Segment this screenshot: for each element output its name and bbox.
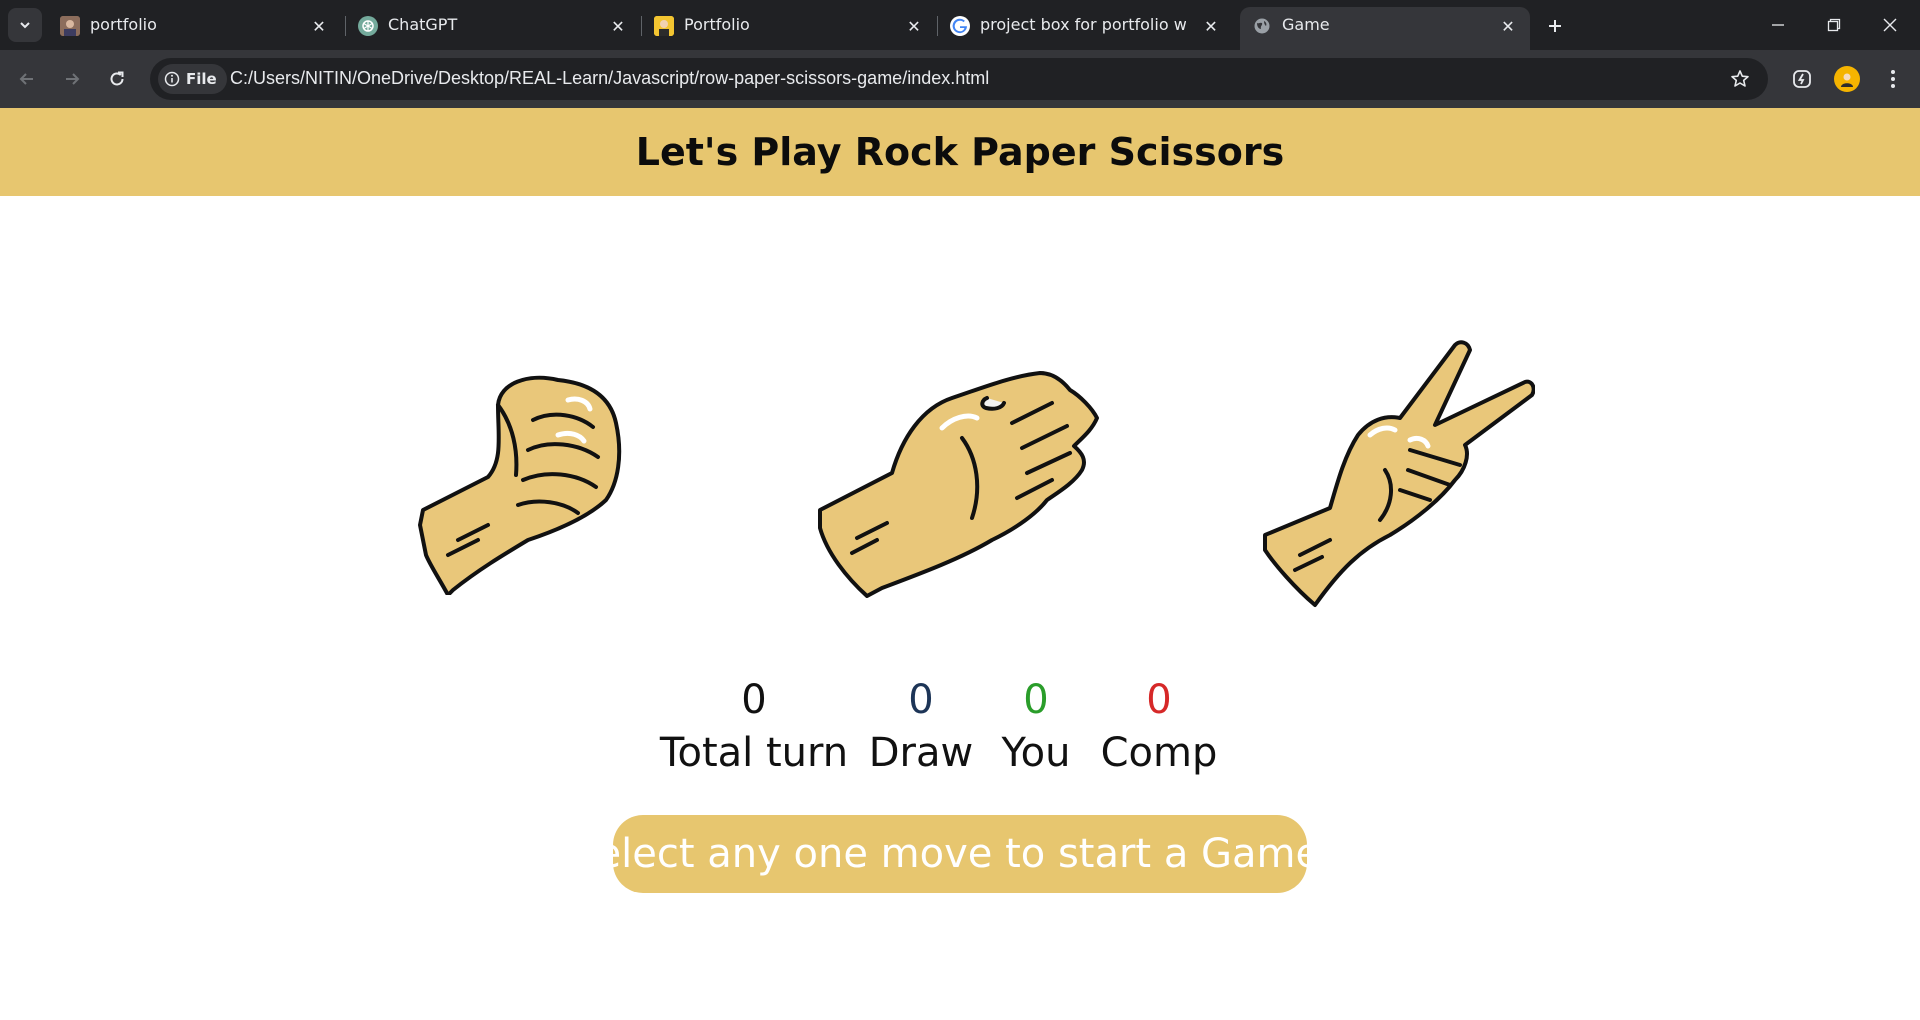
google-icon bbox=[950, 16, 970, 36]
score-value: 0 bbox=[741, 677, 767, 723]
plus-icon bbox=[1549, 20, 1561, 32]
restore-icon bbox=[1827, 18, 1841, 32]
page-header: Let's Play Rock Paper Scissors bbox=[0, 108, 1920, 196]
tab-strip: portfolio ✕ ChatGPT ✕ Portfolio ✕ projec… bbox=[0, 0, 1920, 50]
site-info-chip[interactable]: File bbox=[158, 64, 227, 94]
close-window-button[interactable] bbox=[1862, 0, 1918, 50]
paper-open-hand-icon bbox=[818, 371, 1099, 598]
game-status-message: Select any one move to start a Game ! bbox=[571, 815, 1349, 893]
close-tab-icon[interactable]: ✕ bbox=[607, 15, 629, 37]
bookmark-button[interactable] bbox=[1728, 67, 1752, 91]
globe-icon bbox=[1252, 16, 1272, 36]
score-value: 0 bbox=[1146, 677, 1172, 723]
profile-button[interactable] bbox=[1830, 62, 1864, 96]
rock-fist-icon bbox=[418, 375, 622, 597]
user-score: 0 You bbox=[1002, 672, 1071, 778]
tab-title: ChatGPT bbox=[388, 15, 458, 34]
score-label: You bbox=[1001, 730, 1071, 776]
close-tab-icon[interactable]: ✕ bbox=[903, 15, 925, 37]
score-value: 0 bbox=[1023, 677, 1049, 723]
scissors-v-hand-icon bbox=[1263, 340, 1536, 607]
info-icon bbox=[164, 71, 180, 87]
score-label: Comp bbox=[1100, 730, 1218, 776]
page-title: Let's Play Rock Paper Scissors bbox=[635, 130, 1285, 174]
avatar bbox=[1834, 66, 1860, 92]
tab-portfolio-site[interactable]: Portfolio ✕ bbox=[642, 7, 932, 43]
rock-choice-button[interactable] bbox=[418, 365, 636, 597]
arrow-right-icon bbox=[66, 73, 80, 85]
score-label: Total turn bbox=[659, 730, 849, 776]
chevron-down-icon bbox=[20, 22, 30, 29]
profile-photo-icon bbox=[60, 16, 80, 36]
restore-button[interactable] bbox=[1806, 0, 1862, 50]
tab-chatgpt[interactable]: ChatGPT ✕ bbox=[346, 7, 636, 43]
tab-title: project box for portfolio website bbox=[980, 15, 1186, 34]
new-tab-button[interactable] bbox=[1539, 12, 1571, 40]
close-tab-icon[interactable]: ✕ bbox=[308, 15, 330, 37]
draw-score: 0 Draw bbox=[869, 672, 973, 778]
address-bar[interactable]: File C:/Users/NITIN/OneDrive/Desktop/REA… bbox=[150, 58, 1768, 100]
tab-title: Game bbox=[1282, 15, 1330, 34]
close-icon bbox=[1883, 18, 1897, 32]
tab-title: portfolio bbox=[90, 15, 157, 34]
forward-button[interactable] bbox=[55, 62, 89, 96]
score-value: 0 bbox=[908, 677, 934, 723]
chatgpt-icon bbox=[358, 16, 378, 36]
minimize-button[interactable] bbox=[1750, 0, 1806, 50]
tab-search-button[interactable] bbox=[8, 8, 42, 42]
tab-google-search[interactable]: project box for portfolio website ✕ bbox=[938, 7, 1228, 43]
browser-toolbar: File C:/Users/NITIN/OneDrive/Desktop/REA… bbox=[0, 50, 1920, 108]
star-icon bbox=[1731, 70, 1749, 87]
arrow-left-icon bbox=[19, 73, 33, 85]
computer-score: 0 Comp bbox=[1101, 672, 1218, 778]
performance-button[interactable] bbox=[1785, 62, 1819, 96]
tab-portfolio[interactable]: portfolio ✕ bbox=[48, 7, 338, 43]
close-tab-icon[interactable]: ✕ bbox=[1200, 15, 1222, 37]
paper-choice-button[interactable] bbox=[812, 368, 1102, 598]
total-turn-score: 0 Total turn bbox=[660, 672, 848, 778]
score-label: Draw bbox=[868, 730, 974, 776]
scissors-choice-button[interactable] bbox=[1260, 340, 1536, 610]
url-text: C:/Users/NITIN/OneDrive/Desktop/REAL-Lea… bbox=[230, 68, 990, 88]
portfolio-avatar-icon bbox=[654, 16, 674, 36]
kebab-menu-icon bbox=[1891, 70, 1895, 88]
game-status-text: Select any one move to start a Game ! bbox=[571, 831, 1349, 877]
close-tab-icon[interactable]: ✕ bbox=[1497, 15, 1519, 37]
back-button[interactable] bbox=[10, 62, 44, 96]
tab-title: Portfolio bbox=[684, 15, 750, 34]
site-info-label: File bbox=[186, 70, 217, 88]
tab-game[interactable]: Game ✕ bbox=[1240, 7, 1530, 50]
reload-icon bbox=[110, 71, 124, 86]
browser-menu-button[interactable] bbox=[1876, 62, 1910, 96]
minimize-icon bbox=[1772, 24, 1784, 26]
reload-button[interactable] bbox=[100, 62, 134, 96]
speedometer-icon bbox=[1793, 70, 1811, 88]
